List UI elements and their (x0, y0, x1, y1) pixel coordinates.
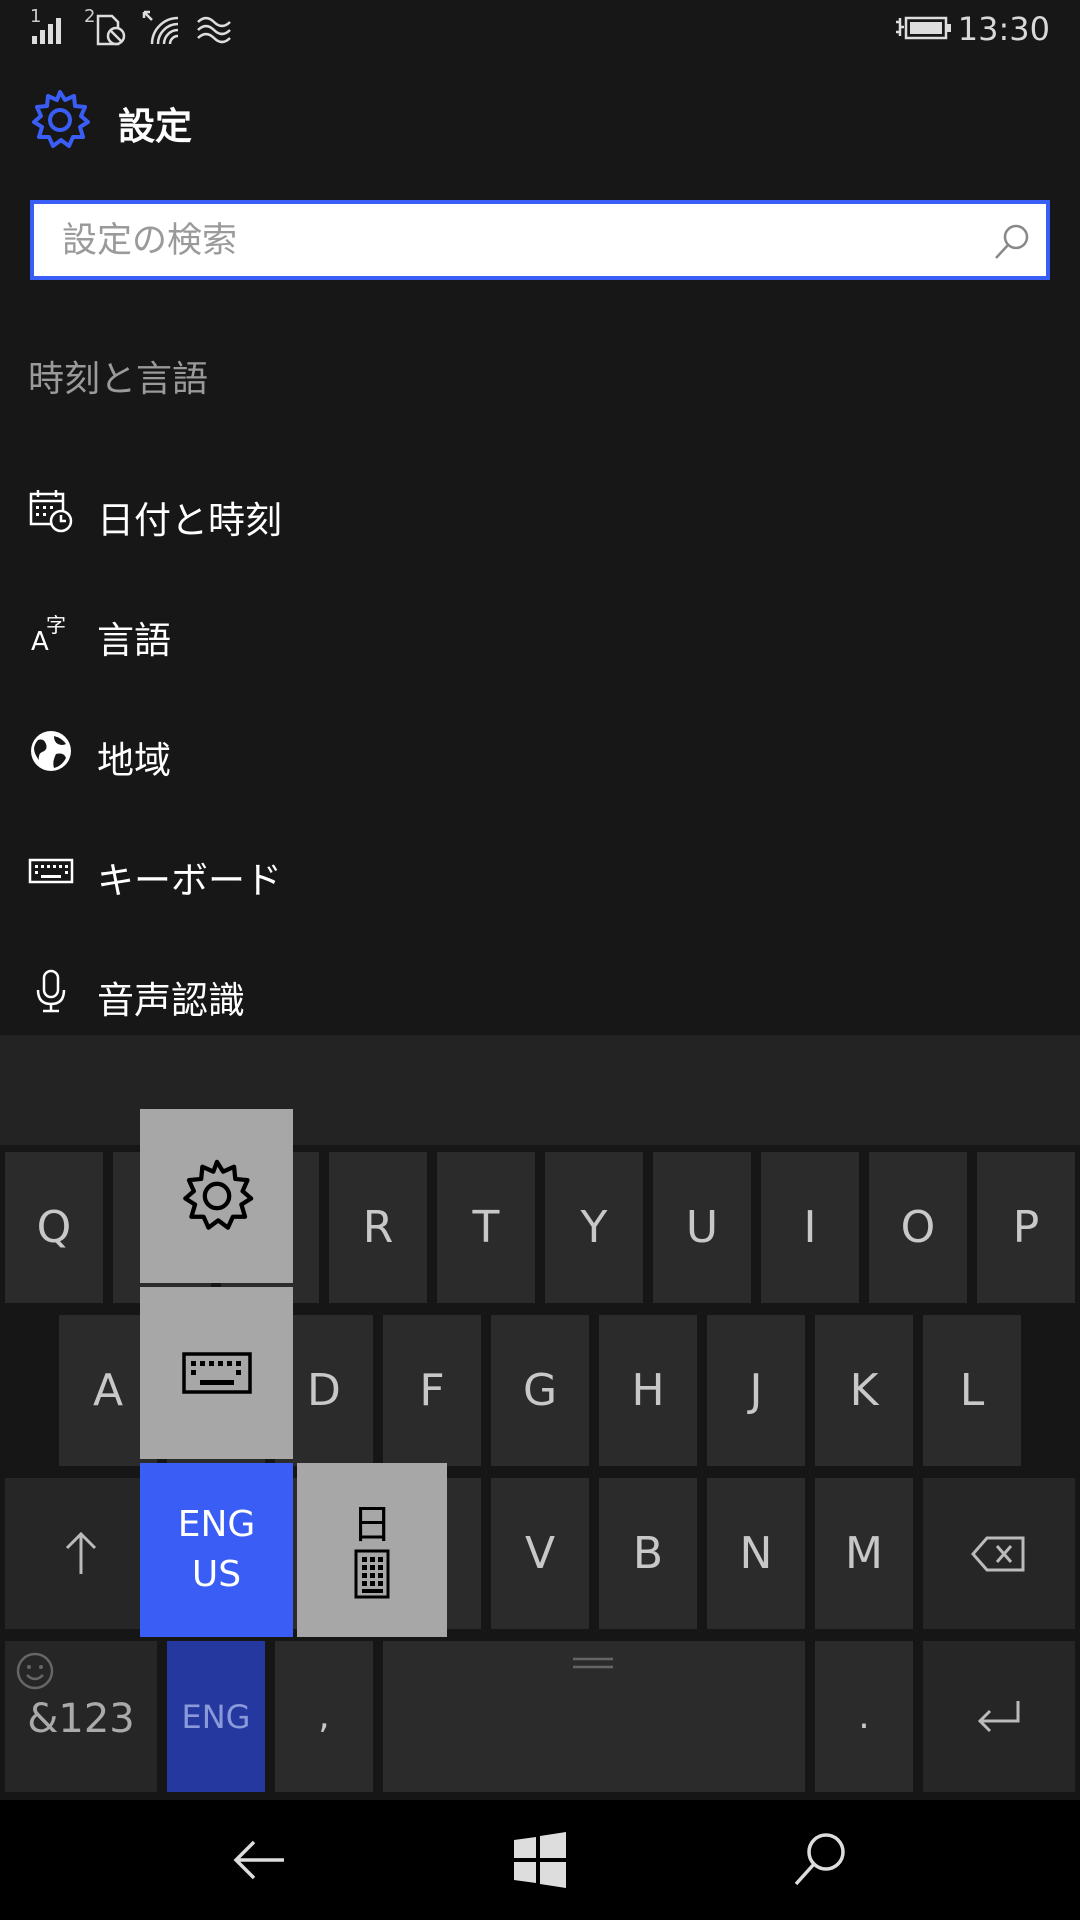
globe-icon (31, 731, 71, 771)
key-f[interactable]: F (383, 1315, 481, 1466)
comma-key[interactable]: , (275, 1641, 373, 1792)
back-arrow-icon[interactable] (230, 1830, 290, 1890)
cursor-handle-icon (573, 1657, 613, 1669)
clock: 13:30 (957, 10, 1050, 48)
key-o[interactable]: O (869, 1152, 967, 1303)
page-title: 設定 (118, 105, 192, 148)
enter-icon (977, 1700, 1020, 1732)
key-j[interactable]: J (707, 1315, 805, 1466)
backspace-icon (971, 1536, 1025, 1571)
language-icon: A 字 (31, 613, 66, 654)
status-bar: 1 2 13:30 (0, 0, 1080, 60)
emoji-icon (16, 1652, 54, 1690)
menu-item-label: キーボード (97, 859, 282, 902)
keyboard-layout-tile[interactable] (140, 1287, 293, 1459)
language-option-japanese[interactable]: 日 (297, 1463, 447, 1637)
keyboard-settings-tile[interactable] (140, 1109, 293, 1283)
space-key[interactable] (383, 1641, 805, 1792)
menu-item-language[interactable]: A 字 言語 (0, 590, 1080, 680)
key-u[interactable]: U (653, 1152, 751, 1303)
key-y[interactable]: Y (545, 1152, 643, 1303)
key-q[interactable]: Q (5, 1152, 103, 1303)
key-b[interactable]: B (599, 1478, 697, 1629)
microphone-icon (36, 969, 66, 1013)
language-option-eng-us[interactable]: ENG US (140, 1463, 293, 1637)
key-v[interactable]: V (491, 1478, 589, 1629)
menu-item-keyboard[interactable]: キーボード (0, 830, 1080, 920)
battery-charging-icon (896, 16, 951, 40)
keypad-icon (354, 1549, 390, 1599)
key-k[interactable]: K (815, 1315, 913, 1466)
shift-icon (65, 1531, 97, 1574)
backspace-key[interactable] (923, 1478, 1075, 1629)
search-icon[interactable] (790, 1830, 850, 1890)
search-box[interactable] (30, 200, 1050, 280)
sim2-data-icon (96, 14, 126, 46)
gear-icon (182, 1159, 253, 1230)
search-icon[interactable] (992, 222, 1032, 262)
menu-item-label: 言語 (97, 619, 171, 662)
signal-icon (32, 18, 61, 44)
shift-key[interactable] (5, 1478, 157, 1629)
calendar-clock-icon (29, 490, 73, 533)
keyboard-icon (181, 1352, 252, 1394)
windows-logo-icon[interactable] (510, 1830, 570, 1890)
period-key[interactable]: . (815, 1641, 913, 1792)
key-m[interactable]: M (815, 1478, 913, 1629)
key-r[interactable]: R (329, 1152, 427, 1303)
menu-item-label: 日付と時刻 (97, 499, 282, 542)
menu-item-date-time[interactable]: 日付と時刻 (0, 470, 1080, 560)
wifi-icon (142, 10, 179, 45)
key-n[interactable]: N (707, 1478, 805, 1629)
menu-item-region[interactable]: 地域 (0, 710, 1080, 800)
language-key[interactable]: ENG (167, 1641, 265, 1792)
menu-item-label: 地域 (97, 739, 171, 782)
settings-gear-icon (32, 90, 90, 148)
menu-item-speech[interactable]: 音声認識 (0, 950, 1080, 1040)
on-screen-keyboard: Q R T Y U I O P A D F G H J K L V B N M … (0, 1035, 1080, 1800)
key-h[interactable]: H (599, 1315, 697, 1466)
navigation-bar (0, 1800, 1080, 1920)
key-g[interactable]: G (491, 1315, 589, 1466)
search-input[interactable] (62, 218, 962, 264)
key-i[interactable]: I (761, 1152, 859, 1303)
key-t[interactable]: T (437, 1152, 535, 1303)
section-title: 時刻と言語 (28, 359, 209, 400)
keyboard-icon (28, 858, 74, 884)
key-p[interactable]: P (977, 1152, 1075, 1303)
svg-text:字: 字 (46, 613, 66, 637)
enter-key[interactable] (923, 1641, 1075, 1792)
symbols-key[interactable]: &123 (5, 1641, 157, 1792)
settings-app: 1 2 13:30 設定 設定の検索 時刻と言語 日付と時刻 A 字 言語 地域… (0, 0, 1080, 1035)
data-saver-icon (197, 16, 231, 44)
menu-item-label: 音声認識 (97, 979, 245, 1022)
key-l[interactable]: L (923, 1315, 1021, 1466)
